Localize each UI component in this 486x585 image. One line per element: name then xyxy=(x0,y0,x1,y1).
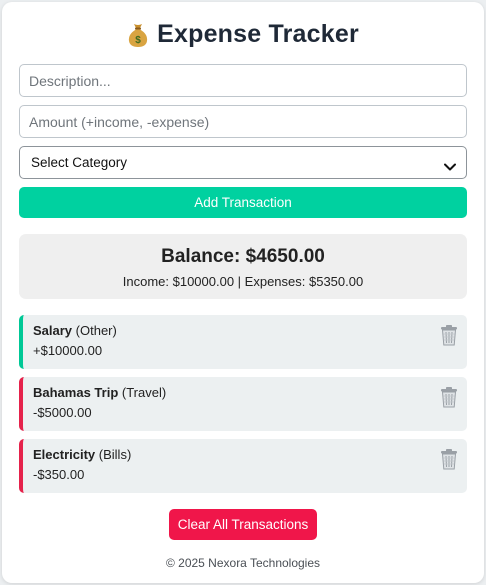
svg-text:$: $ xyxy=(135,35,141,46)
transaction-name: Bahamas Trip xyxy=(33,385,119,400)
transaction-amount: +$10000.00 xyxy=(33,343,103,358)
clear-all-button[interactable]: Clear All Transactions xyxy=(169,509,317,540)
category-select-value: Select Category xyxy=(31,155,128,170)
transaction-category: (Other) xyxy=(75,323,117,338)
category-select[interactable]: Select Category xyxy=(19,146,467,179)
trash-can-icon[interactable] xyxy=(439,386,459,408)
page-title: Expense Tracker xyxy=(157,20,359,48)
transaction-item: Electricity (Bills) -$350.00 xyxy=(19,439,467,493)
trash-can-icon[interactable] xyxy=(439,324,459,346)
transaction-category: (Bills) xyxy=(98,447,132,462)
description-input[interactable] xyxy=(19,64,467,97)
transaction-name: Electricity xyxy=(33,447,96,462)
transaction-item: Salary (Other) +$10000.00 xyxy=(19,315,467,369)
expense-tracker-card: $ Expense Tracker Select Category Add Tr… xyxy=(2,2,484,583)
money-bag-icon: $ xyxy=(127,22,149,48)
trash-can-icon[interactable] xyxy=(439,448,459,470)
transaction-category: (Travel) xyxy=(121,385,167,400)
transaction-amount: -$350.00 xyxy=(33,467,85,482)
add-transaction-button[interactable]: Add Transaction xyxy=(19,187,467,218)
income-expense-totals: Income: $10000.00 | Expenses: $5350.00 xyxy=(122,274,364,289)
chevron-down-icon xyxy=(444,159,456,170)
amount-input[interactable] xyxy=(19,105,467,138)
transaction-item: Bahamas Trip (Travel) -$5000.00 xyxy=(19,377,467,431)
footer-copyright: © 2025 Nexora Technologies xyxy=(165,556,321,570)
header: $ Expense Tracker xyxy=(2,20,484,49)
balance-value: Balance: $4650.00 xyxy=(161,246,325,267)
transaction-amount: -$5000.00 xyxy=(33,405,92,420)
balance-summary: Balance: $4650.00 Income: $10000.00 | Ex… xyxy=(19,234,467,299)
transaction-name: Salary xyxy=(33,323,73,338)
